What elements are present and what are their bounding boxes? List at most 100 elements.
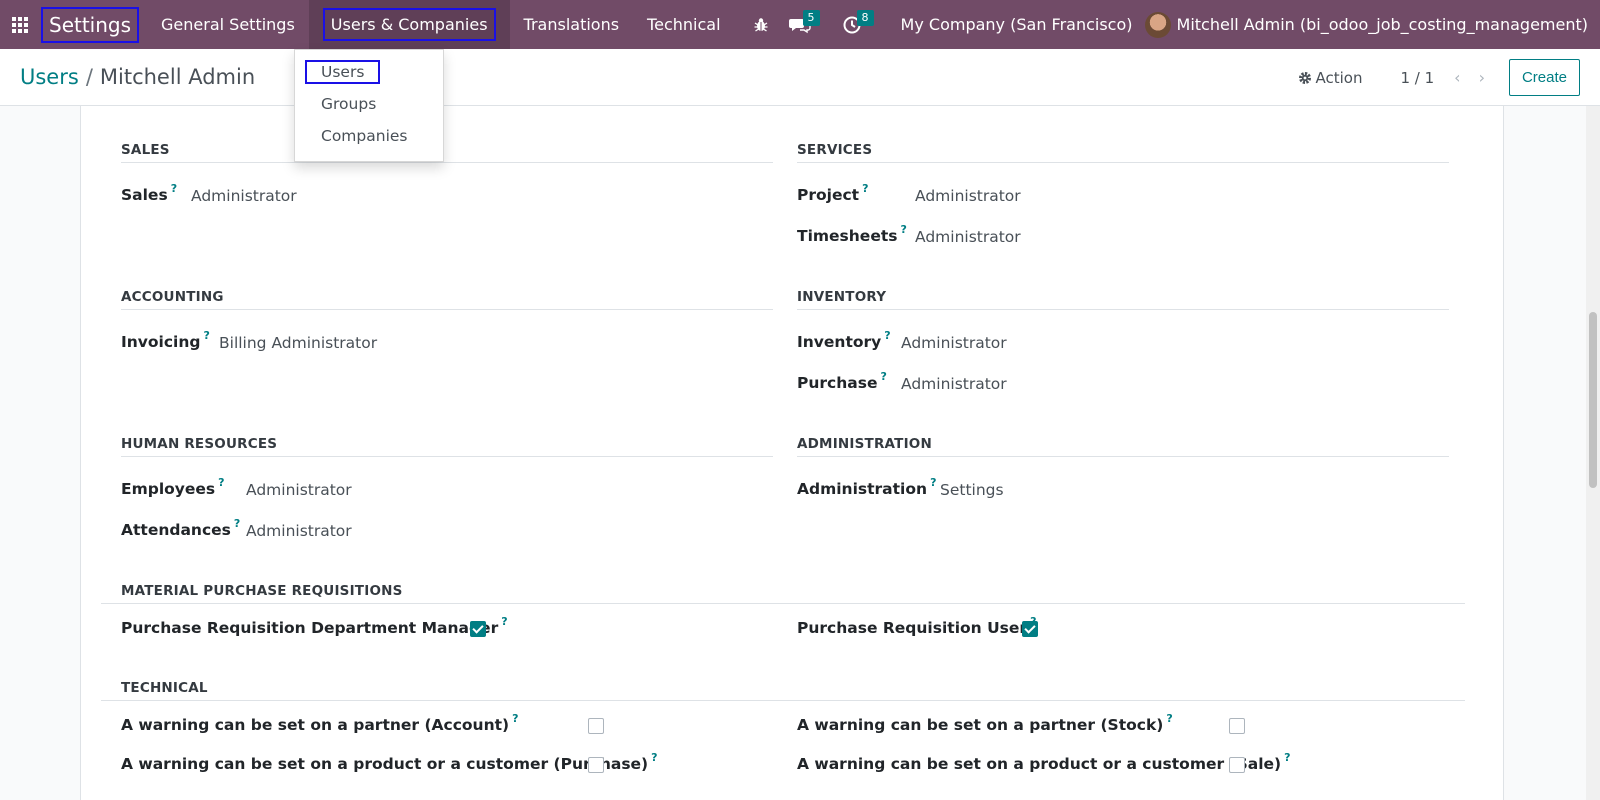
dropdown-item-groups[interactable]: Groups [321, 95, 376, 113]
field-label: Inventory [797, 333, 882, 351]
field-administration-value[interactable]: Settings [940, 481, 1004, 499]
help-tooltip-icon[interactable]: ? [862, 182, 868, 195]
debug-bug-icon[interactable] [743, 0, 779, 49]
menu-users-companies-label: Users & Companies [322, 8, 496, 41]
help-tooltip-icon[interactable]: ? [930, 476, 936, 489]
help-tooltip-icon[interactable]: ? [880, 370, 886, 383]
help-tooltip-icon[interactable]: ? [1284, 751, 1290, 764]
field-label: Invoicing [121, 333, 201, 351]
menu-translations[interactable]: Translations [510, 0, 634, 49]
warning-partner-account-checkbox[interactable] [588, 718, 604, 734]
action-menu-button[interactable]: Action [1298, 69, 1362, 87]
pr-department-manager-checkbox[interactable] [470, 621, 486, 637]
help-tooltip-icon[interactable]: ? [204, 329, 210, 342]
field-warning-product-sale: A warning can be set on a product or a c… [797, 751, 1291, 774]
group-title-human-resources: HUMAN RESOURCES [121, 436, 773, 457]
warning-product-purchase-checkbox[interactable] [588, 757, 604, 773]
help-tooltip-icon[interactable]: ? [218, 476, 224, 489]
user-name: Mitchell Admin (bi_odoo_job_costing_mana… [1176, 15, 1588, 34]
breadcrumb-users-link[interactable]: Users [20, 65, 79, 89]
field-warning-product-purchase: A warning can be set on a product or a c… [121, 751, 658, 774]
field-sales: Sales? [121, 182, 177, 205]
field-label: Purchase Requisition User [797, 619, 1028, 637]
field-label: Administration [797, 480, 928, 498]
field-label: Purchase Requisition Department Manager [121, 619, 499, 637]
group-title-accounting: ACCOUNTING [121, 289, 773, 310]
pr-user-checkbox[interactable] [1022, 621, 1038, 637]
field-timesheets: Timesheets? [797, 223, 907, 246]
field-project-value[interactable]: Administrator [915, 187, 1021, 205]
field-purchase: Purchase? [797, 370, 887, 393]
user-form-sheet: SALES Sales? Administrator SERVICES Proj… [80, 106, 1504, 800]
breadcrumb-current: Mitchell Admin [99, 65, 256, 89]
group-title-technical: TECHNICAL [101, 680, 1465, 701]
field-invoicing: Invoicing? [121, 329, 210, 352]
create-button[interactable]: Create [1508, 59, 1580, 96]
apps-menu-icon[interactable] [0, 0, 40, 49]
group-inventory: INVENTORY [797, 289, 1449, 310]
user-avatar [1144, 11, 1171, 38]
group-services: SERVICES [797, 142, 1449, 163]
help-tooltip-icon[interactable]: ? [501, 615, 507, 628]
group-title-mpr: MATERIAL PURCHASE REQUISITIONS [101, 583, 1465, 604]
control-panel: Users / Mitchell Admin Action 1 / 1 ‹ › … [0, 49, 1600, 106]
field-pr-department-manager: Purchase Requisition Department Manager? [121, 615, 508, 638]
group-human-resources: HUMAN RESOURCES [121, 436, 773, 457]
warning-product-sale-checkbox[interactable] [1229, 757, 1245, 773]
field-inventory: Inventory? [797, 329, 891, 352]
group-material-purchase-requisitions: MATERIAL PURCHASE REQUISITIONS [101, 583, 1465, 604]
field-attendances-value[interactable]: Administrator [246, 522, 352, 540]
field-timesheets-value[interactable]: Administrator [915, 228, 1021, 246]
field-invoicing-value[interactable]: Billing Administrator [219, 334, 377, 352]
field-label: A warning can be set on a partner (Accou… [121, 716, 510, 734]
scrollbar-thumb[interactable] [1589, 312, 1597, 488]
group-accounting: ACCOUNTING [121, 289, 773, 310]
help-tooltip-icon[interactable]: ? [512, 712, 518, 725]
users-companies-dropdown: Users Groups Companies [294, 49, 444, 162]
company-switcher[interactable]: My Company (San Francisco) [883, 15, 1145, 34]
field-purchase-value[interactable]: Administrator [901, 375, 1007, 393]
help-tooltip-icon[interactable]: ? [234, 517, 240, 530]
field-administration: Administration? [797, 476, 936, 499]
field-inventory-value[interactable]: Administrator [901, 334, 1007, 352]
help-tooltip-icon[interactable]: ? [900, 223, 906, 236]
field-label: Purchase [797, 374, 878, 392]
field-warning-partner-stock: A warning can be set on a partner (Stock… [797, 712, 1173, 735]
user-menu[interactable]: Mitchell Admin (bi_odoo_job_costing_mana… [1144, 11, 1600, 38]
field-label: Timesheets [797, 227, 898, 245]
group-sales: SALES [121, 142, 773, 163]
field-label: Project [797, 186, 860, 204]
field-attendances: Attendances? [121, 517, 240, 540]
app-brand[interactable]: Settings [41, 6, 140, 43]
vertical-scrollbar[interactable] [1586, 106, 1600, 800]
field-warning-partner-account: A warning can be set on a partner (Accou… [121, 712, 519, 735]
help-tooltip-icon[interactable]: ? [1166, 712, 1172, 725]
warning-partner-stock-checkbox[interactable] [1229, 718, 1245, 734]
pager-next-icon[interactable]: › [1479, 68, 1485, 87]
chat-icon[interactable]: 5 [779, 0, 833, 49]
action-label: Action [1315, 68, 1363, 87]
menu-general-settings[interactable]: General Settings [147, 0, 309, 49]
dropdown-item-companies[interactable]: Companies [321, 127, 407, 145]
field-label: A warning can be set on a product or a c… [797, 755, 1282, 773]
group-title-services: SERVICES [797, 142, 1449, 163]
pager-value[interactable]: 1 / 1 [1400, 69, 1434, 87]
menu-technical[interactable]: Technical [633, 0, 734, 49]
dropdown-item-users[interactable]: Users [305, 60, 381, 84]
breadcrumb-separator: / [85, 65, 93, 89]
activity-clock-icon[interactable]: 8 [833, 0, 883, 49]
field-label: A warning can be set on a partner (Stock… [797, 716, 1164, 734]
pager-previous-icon[interactable]: ‹ [1454, 68, 1460, 87]
help-tooltip-icon[interactable]: ? [171, 182, 177, 195]
field-employees-value[interactable]: Administrator [246, 481, 352, 499]
group-title-sales: SALES [121, 142, 773, 163]
help-tooltip-icon[interactable]: ? [651, 751, 657, 764]
field-label: Sales [121, 186, 168, 204]
activity-count-badge: 8 [856, 10, 874, 26]
menu-users-companies[interactable]: Users & Companies [308, 0, 510, 49]
group-technical: TECHNICAL [101, 680, 1465, 701]
group-title-administration: ADMINISTRATION [797, 436, 1449, 457]
help-tooltip-icon[interactable]: ? [884, 329, 890, 342]
field-sales-value[interactable]: Administrator [191, 187, 297, 205]
gear-icon [1299, 71, 1312, 84]
